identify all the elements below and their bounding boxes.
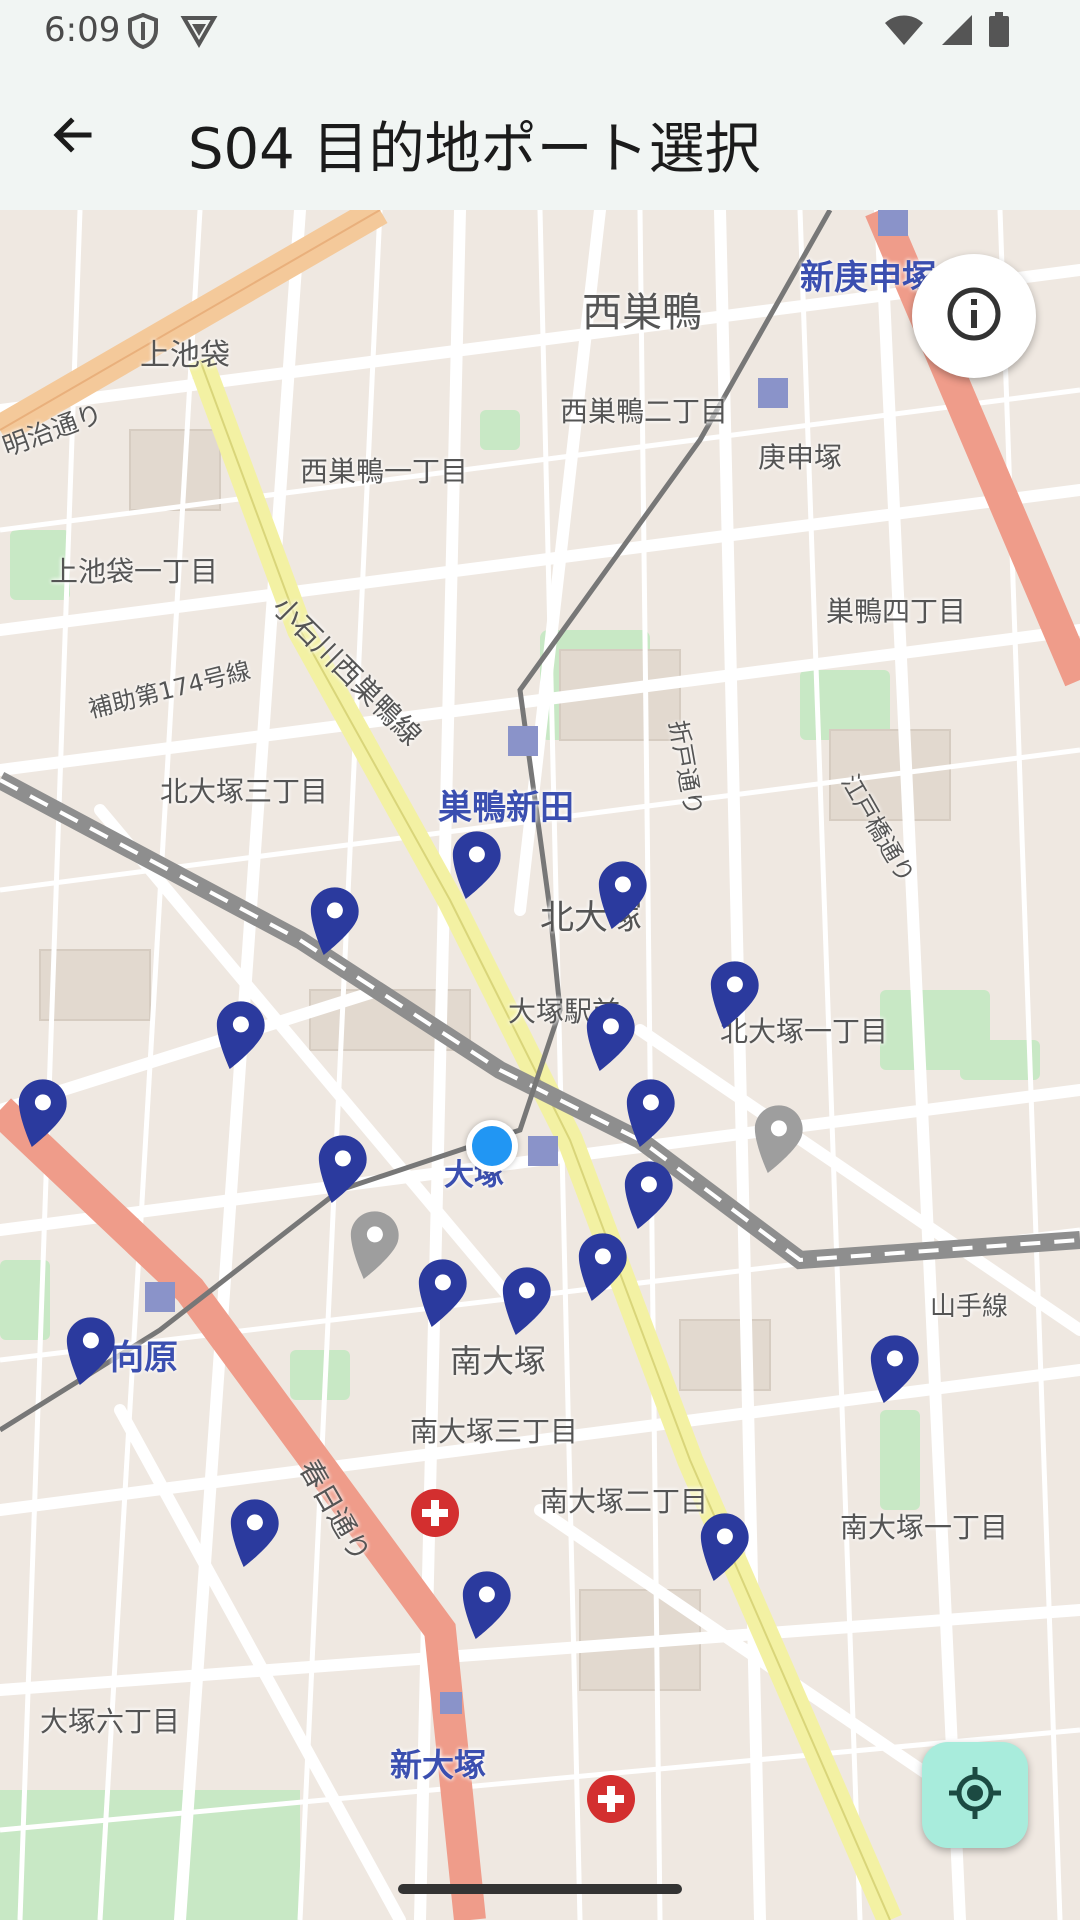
district-label: 南大塚一丁目 [840, 1511, 1009, 1544]
district-label: 大塚六丁目 [40, 1705, 181, 1738]
hospital-marker [410, 1488, 460, 1538]
info-icon [946, 286, 1002, 346]
app-bar: S04 目的地ポート選択 [0, 62, 1080, 210]
shield-icon [126, 12, 160, 54]
back-button[interactable] [28, 92, 118, 182]
wifi-icon [884, 13, 924, 51]
vpn-triangle-icon [180, 12, 218, 54]
station-label: 向原 [110, 1338, 178, 1378]
district-label: 上池袋一丁目 [50, 555, 219, 588]
map-base-layer [0, 210, 1080, 1920]
station-label: 新大塚 [390, 1746, 487, 1784]
hospital-marker [586, 1774, 636, 1824]
battery-icon [988, 12, 1010, 52]
gesture-nav-handle[interactable] [398, 1884, 682, 1894]
district-label: 西巣鴨一丁目 [300, 455, 469, 488]
station-label: 巣鴨新田 [438, 788, 574, 828]
district-label: 西巣鴨二丁目 [560, 395, 729, 428]
map-view[interactable]: 西巣鴨 西巣鴨二丁目 西巣鴨一丁目 庚申塚 上池袋 上池袋一丁目 巣鴨四丁目 北… [0, 210, 1080, 1920]
cellular-signal-icon [938, 13, 974, 51]
status-bar: 6:09 [0, 0, 1080, 62]
district-label: 南大塚 [450, 1342, 547, 1380]
district-label: 南大塚三丁目 [410, 1415, 579, 1448]
district-label: 北大塚三丁目 [160, 775, 329, 808]
info-button[interactable] [912, 254, 1036, 378]
district-label: 南大塚二丁目 [540, 1485, 709, 1518]
my-location-icon [947, 1765, 1003, 1825]
current-location-dot [466, 1120, 518, 1172]
my-location-button[interactable] [922, 1742, 1028, 1848]
status-time: 6:09 [44, 10, 121, 50]
district-label: 巣鴨四丁目 [826, 595, 967, 628]
district-label: 庚申塚 [758, 441, 843, 474]
district-label: 西巣鴨 [582, 290, 702, 336]
page-title: S04 目的地ポート選択 [188, 117, 761, 182]
arrow-back-icon [49, 111, 97, 163]
district-label: 上池袋 [140, 338, 230, 373]
road-label: 山手線 [930, 1292, 1009, 1322]
